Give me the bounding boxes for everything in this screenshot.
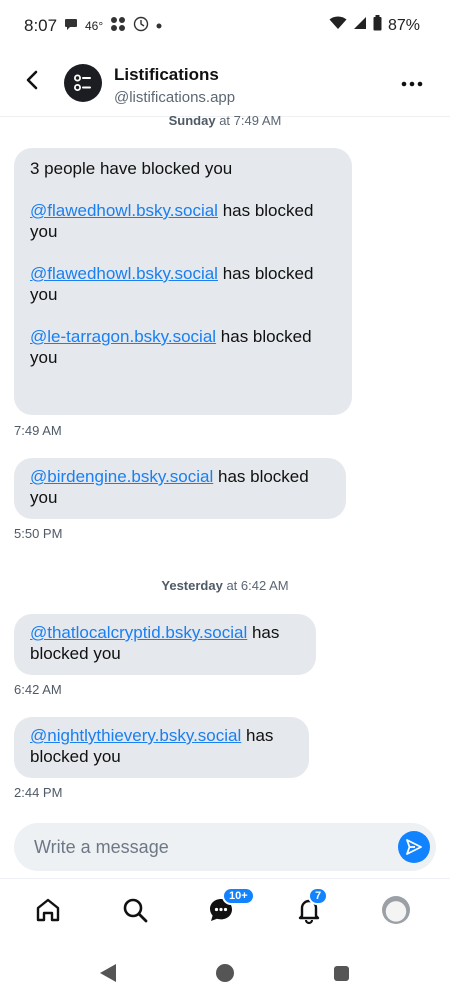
system-recents-icon[interactable] [334,966,349,981]
clock-icon [133,16,149,35]
message-line: @flawedhowl.bsky.social has blocked you [30,264,314,304]
date-separator-day: Yesterday [161,578,223,593]
message-bubble[interactable]: 3 people have blocked you @flawedhowl.bs… [14,148,352,415]
date-separator: Sunday at 7:49 AM [0,116,450,128]
temperature-text: 46° [85,18,104,33]
search-icon [123,898,148,923]
nav-notifications-button[interactable]: 7 [294,887,329,927]
message-bubble[interactable]: @nightlythievery.bsky.social has blocked… [14,717,309,778]
app-grid-icon [110,16,126,35]
status-time: 8:07 [24,16,58,35]
nav-search-button[interactable] [120,895,152,927]
battery-icon [373,15,382,36]
more-options-button[interactable] [400,74,424,94]
message-line: @nightlythievery.bsky.social has blocked… [30,726,274,766]
battery-percent: 87% [387,16,420,34]
message-line: @thatlocalcryptid.bsky.social has blocke… [30,623,280,663]
date-separator-time: at 7:49 AM [215,116,282,128]
message-bubble-icon [64,17,78,34]
chat-badge: 10+ [222,887,255,905]
mention-link[interactable]: @le-tarragon.bsky.social [30,327,216,346]
status-bar: 8:07 46° 87% [0,0,450,52]
conversation-title: Listifications [114,65,219,84]
message-list[interactable]: Sunday at 7:49 AM 3 people have blocked … [0,116,450,818]
message-line: @le-tarragon.bsky.social has blocked you [30,327,312,367]
send-icon [406,839,422,855]
system-home-icon[interactable] [216,964,234,982]
status-left-icons: 46° [64,16,162,35]
status-right-icons: 87% [329,15,420,36]
message-timestamp: 5:50 PM [14,526,63,541]
list-icon [73,74,91,91]
send-button[interactable] [398,831,430,863]
conversation-handle: @listifications.app [114,89,236,106]
system-back-icon[interactable] [100,964,116,982]
message-bubble[interactable]: @birdengine.bsky.social has blocked you [14,458,346,519]
notifications-badge: 7 [308,887,329,905]
nav-home-button[interactable] [33,895,65,927]
chevron-left-icon [24,70,40,95]
system-navigation-bar [0,946,450,1000]
profile-avatar[interactable] [382,896,410,924]
mention-link[interactable]: @thatlocalcryptid.bsky.social [30,623,247,642]
message-line: @flawedhowl.bsky.social has blocked you [30,201,314,241]
mention-link[interactable]: @birdengine.bsky.social [30,467,213,486]
mention-link[interactable]: @nightlythievery.bsky.social [30,726,241,745]
nav-chat-button[interactable]: 10+ [206,887,255,927]
dot-icon [156,20,162,32]
message-text: 3 people have blocked you [30,159,233,178]
mention-link[interactable]: @flawedhowl.bsky.social [30,201,218,220]
bottom-navigation: 10+ 7 [0,878,450,947]
message-line: @birdengine.bsky.social has blocked you [30,467,309,507]
mention-link[interactable]: @flawedhowl.bsky.social [30,264,218,283]
message-composer: Write a message [14,823,436,871]
signal-icon [353,16,367,35]
date-separator-day: Sunday [168,116,216,128]
message-timestamp: 2:44 PM [14,785,63,800]
home-icon [36,898,60,922]
date-separator: Yesterday at 6:42 AM [0,578,450,593]
conversation-header: Listifications @listifications.app [0,52,450,117]
message-bubble[interactable]: @thatlocalcryptid.bsky.social has blocke… [14,614,316,675]
wifi-icon [329,16,347,35]
more-horizontal-icon [401,81,423,87]
conversation-avatar[interactable] [64,64,102,102]
message-timestamp: 7:49 AM [14,423,62,438]
date-separator-time: at 6:42 AM [222,578,289,593]
message-input[interactable]: Write a message [34,837,169,858]
message-timestamp: 6:42 AM [14,682,62,697]
back-button[interactable] [18,68,46,96]
